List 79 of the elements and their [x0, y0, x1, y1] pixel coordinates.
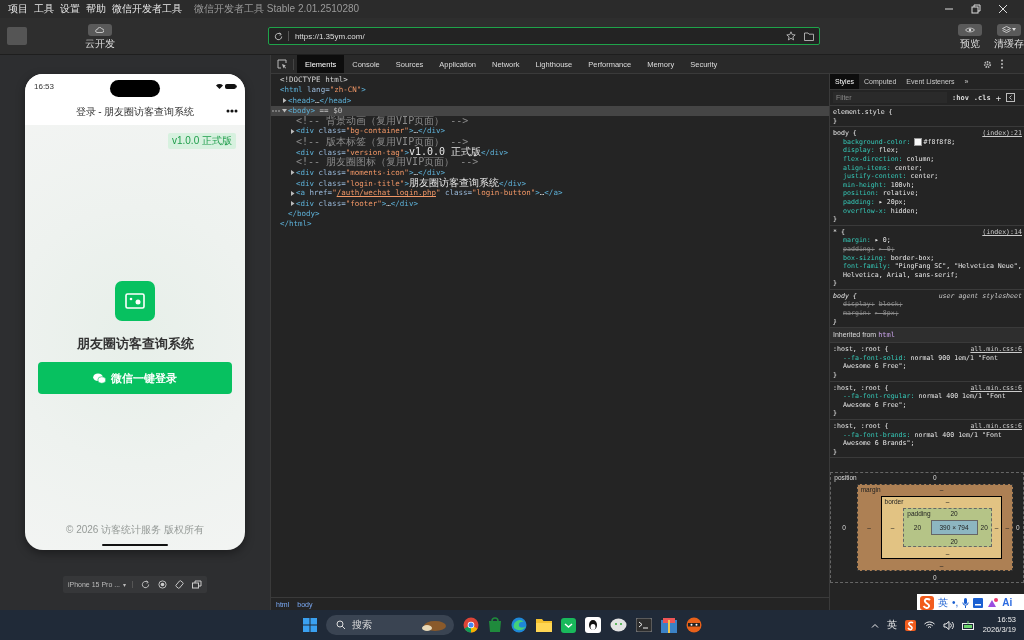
browser-icon[interactable]: [463, 617, 479, 633]
color-swatch[interactable]: [914, 137, 923, 146]
disclosure-triangle-icon[interactable]: [281, 98, 288, 104]
photo-frame-icon: [125, 293, 145, 309]
camera-notch: [110, 80, 160, 97]
search-icon: [336, 620, 346, 630]
penguin-icon[interactable]: [585, 617, 601, 633]
folder-icon[interactable]: [804, 31, 814, 41]
close-icon[interactable]: [997, 3, 1009, 15]
code-line[interactable]: <!-- 版本标签（复用VIP页面） -->: [271, 136, 829, 148]
more-dots-icon[interactable]: [226, 109, 238, 113]
record-icon[interactable]: [158, 580, 168, 589]
preview-button[interactable]: [958, 23, 982, 36]
clear-cache-label: 清缓存: [994, 37, 1024, 49]
code-line[interactable]: <!-- 背景动画（复用VIP页面） -->: [271, 116, 829, 127]
menu-item[interactable]: 设置: [60, 2, 80, 16]
eye-icon: [965, 26, 975, 33]
terminal-icon[interactable]: [636, 618, 652, 632]
archive-icon[interactable]: [661, 617, 677, 633]
menu-item[interactable]: 工具: [34, 2, 54, 16]
disclosure-triangle-icon[interactable]: [289, 170, 296, 176]
disclosure-triangle-icon[interactable]: [289, 190, 296, 196]
disclosure-triangle-icon[interactable]: [289, 128, 296, 134]
browser-icon[interactable]: [511, 617, 527, 633]
wifi-icon: [216, 83, 223, 89]
clear-cache-button[interactable]: [997, 23, 1021, 36]
home-indicator: [102, 544, 168, 546]
screen-rotate-icon[interactable]: [175, 580, 185, 589]
app-title: 朋友圈访客查询系统: [76, 335, 194, 353]
ime-logo-icon[interactable]: [904, 619, 916, 631]
input-language[interactable]: 英: [886, 618, 897, 632]
kebab-menu-icon[interactable]: [1000, 59, 1004, 69]
address-bar[interactable]: https://1.35ym.com/: [267, 27, 820, 45]
star-icon[interactable]: [786, 31, 796, 41]
chat-bubble-icon[interactable]: [610, 617, 627, 633]
ai-label[interactable]: Ai: [1002, 597, 1013, 608]
microphone-icon[interactable]: [962, 597, 970, 608]
cloud-dev-button[interactable]: [87, 23, 112, 36]
copyright-text: © 2026 访客统计服务 版权所有: [66, 523, 204, 537]
caret-icon: [1012, 28, 1016, 31]
chevron-up-icon[interactable]: [870, 622, 879, 628]
folder-icon[interactable]: [536, 618, 552, 632]
menu-item[interactable]: 微信开发者工具: [112, 2, 182, 16]
taskbar-search[interactable]: 搜索: [326, 615, 454, 635]
punctuation-mode[interactable]: •,: [952, 597, 959, 608]
ninja-face-icon[interactable]: [686, 617, 702, 633]
cloud-dev-label: 云开发: [84, 37, 115, 49]
url-text: https://1.35ym.com/: [294, 31, 366, 41]
sidebar-toggle-icon[interactable]: [1006, 93, 1016, 102]
windows-start-icon[interactable]: [303, 618, 317, 632]
cloud-icon: [95, 26, 105, 33]
status-time: 16:53: [34, 81, 55, 91]
battery-icon: [225, 83, 237, 89]
settings-icon[interactable]: [983, 59, 992, 69]
preview-label: 预览: [960, 37, 980, 49]
menu-item[interactable]: 项目: [8, 2, 28, 16]
more-dots-icon[interactable]: [272, 109, 280, 112]
disclosure-triangle-icon[interactable]: [281, 108, 288, 114]
disclosure-triangle-icon[interactable]: [289, 201, 296, 206]
chat-bubbles-icon: [93, 372, 106, 384]
chat-app-icon[interactable]: [561, 617, 576, 633]
restore-icon[interactable]: [970, 3, 982, 15]
keyboard-icon[interactable]: [973, 597, 984, 608]
window-title: 微信开发者工具 Stable 2.01.2510280: [194, 2, 360, 16]
layers-icon: [1002, 25, 1011, 34]
version-tag: v1.0.0 正式版: [167, 133, 236, 149]
code-line[interactable]: <!-- 朋友圈图标（复用VIP页面） -->: [271, 157, 829, 168]
shopping-bag-icon[interactable]: [488, 617, 502, 633]
rotate-icon[interactable]: [141, 580, 151, 589]
page-title: 登录 - 朋友圈访客查询系统: [75, 104, 195, 119]
windows-icon[interactable]: [192, 580, 203, 589]
add-rule-button[interactable]: +: [995, 92, 1002, 103]
reload-icon[interactable]: [273, 31, 283, 41]
inspect-icon[interactable]: [277, 59, 287, 69]
menu-item[interactable]: 帮助: [86, 2, 106, 16]
wifi-icon[interactable]: [923, 621, 935, 629]
input-mode[interactable]: 英: [938, 595, 948, 610]
volume-icon[interactable]: [942, 620, 954, 630]
battery-charging-icon[interactable]: [961, 620, 975, 630]
